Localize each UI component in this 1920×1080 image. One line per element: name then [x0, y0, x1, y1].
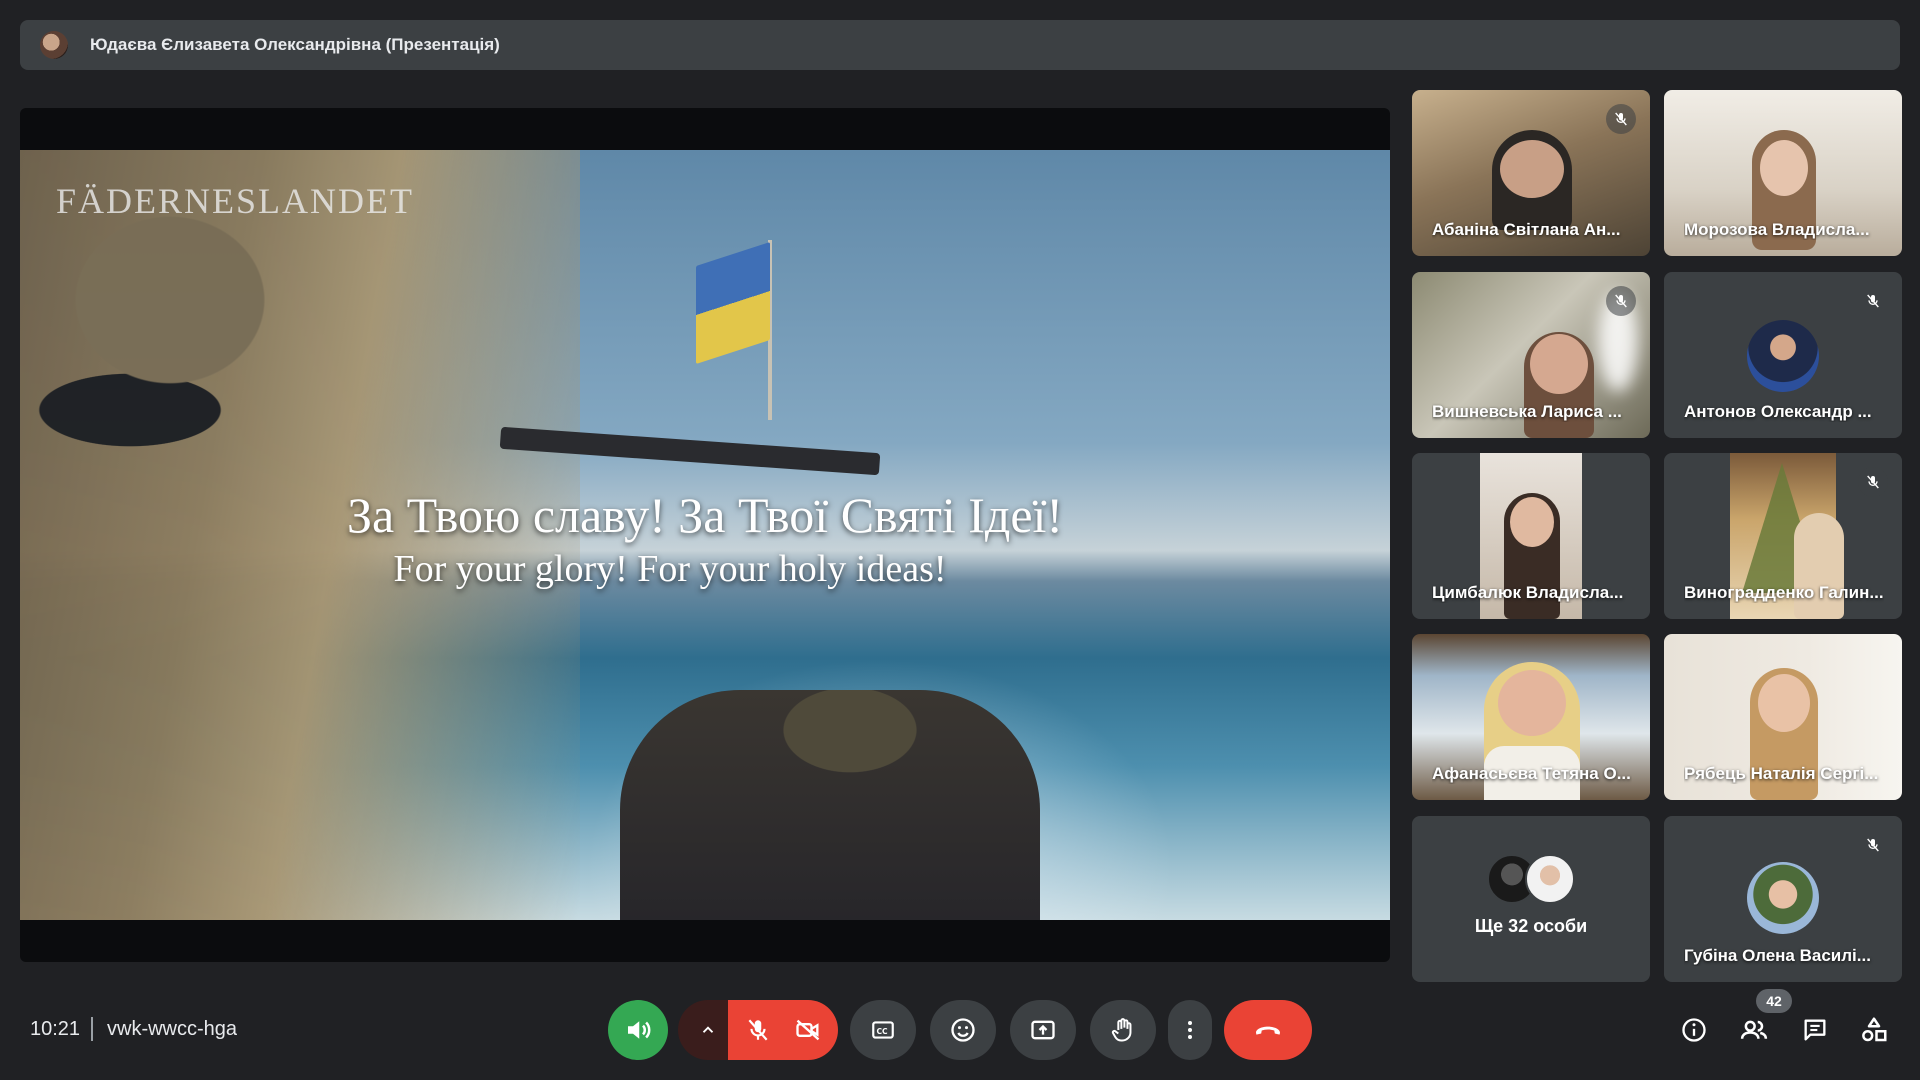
svg-text:CC: CC — [877, 1027, 889, 1036]
present-icon — [1031, 1020, 1055, 1040]
info-icon — [1682, 1018, 1706, 1042]
presenter-avatar — [40, 31, 68, 59]
participants-count-badge: 42 — [1756, 989, 1792, 1013]
camera-off-icon — [796, 1019, 820, 1041]
avatar — [1525, 854, 1575, 904]
participant-name: Морозова Владисла... — [1684, 220, 1870, 239]
chevron-up-icon — [702, 1026, 714, 1033]
avatar — [1747, 320, 1819, 392]
presentation-stage[interactable]: FÄDERNESLANDET За Твою славу! За Твої Св… — [20, 108, 1390, 962]
participant-name: Афанасьєва Тетяна О... — [1432, 764, 1631, 783]
participant-name: Абаніна Світлана Ан... — [1432, 220, 1621, 239]
camera-toggle-button[interactable] — [778, 1000, 838, 1060]
hangup-icon — [1256, 1026, 1280, 1035]
raise-hand-icon — [1111, 1018, 1132, 1042]
mic-off-icon — [1858, 467, 1888, 497]
participant-name: Рябець Наталія Сергі... — [1684, 764, 1879, 783]
meeting-info-button[interactable] — [1676, 1012, 1712, 1048]
chat-icon — [1804, 1019, 1826, 1041]
slide-watermark: FÄDERNESLANDET — [56, 181, 414, 221]
leave-call-button[interactable] — [1224, 1000, 1312, 1060]
presentation-slide: FÄDERNESLANDET За Твою славу! За Твої Св… — [20, 150, 1390, 920]
participant-name: Цимбалюк Владисла... — [1432, 583, 1624, 602]
chat-button[interactable] — [1797, 1012, 1833, 1048]
mic-off-icon — [1858, 286, 1888, 316]
people-button[interactable] — [1736, 1012, 1772, 1048]
slide-caption-en: For your glory! For your holy ideas! — [393, 548, 947, 590]
presenter-title: Юдаєва Єлизавета Олександрівна (Презента… — [90, 35, 500, 54]
audio-output-button[interactable] — [608, 1000, 668, 1060]
footer-divider — [91, 1017, 93, 1041]
participant-tile[interactable]: Морозова Владисла... — [1664, 90, 1902, 256]
more-options-button[interactable] — [1168, 1000, 1212, 1060]
present-button[interactable] — [1010, 1000, 1076, 1060]
activities-button[interactable] — [1856, 1012, 1892, 1048]
reactions-button[interactable] — [930, 1000, 996, 1060]
participant-tile[interactable]: Виноградденко Галин... — [1664, 453, 1902, 619]
avatar — [1747, 862, 1819, 934]
participant-tile[interactable]: Афанасьєва Тетяна О... — [1412, 634, 1650, 800]
captions-button[interactable]: CC — [850, 1000, 916, 1060]
participant-tile[interactable]: Антонов Олександр ... — [1664, 272, 1902, 438]
presenter-bar: Юдаєва Єлизавета Олександрівна (Презента… — [20, 20, 1900, 70]
mic-off-icon — [1606, 286, 1636, 316]
more-participants-avatars — [1487, 854, 1577, 904]
activities-icon — [1862, 1017, 1887, 1042]
participant-name: Губіна Олена Василі... — [1684, 946, 1871, 965]
participant-tile[interactable]: Вишневська Лариса ... — [1412, 272, 1650, 438]
mic-off-icon — [748, 1019, 768, 1041]
participant-tile[interactable]: Абаніна Світлана Ан... — [1412, 90, 1650, 256]
raise-hand-button[interactable] — [1090, 1000, 1156, 1060]
participant-name: Антонов Олександр ... — [1684, 402, 1872, 421]
slide-image-soldier-front — [620, 690, 1040, 920]
participant-tile[interactable]: Губіна Олена Василі... — [1664, 816, 1902, 982]
volume-icon — [628, 1021, 651, 1039]
participant-name: Вишневська Лариса ... — [1432, 402, 1622, 421]
participant-tile[interactable]: Рябець Наталія Сергі... — [1664, 634, 1902, 800]
more-participants-tile[interactable]: Ще 32 особи — [1412, 816, 1650, 982]
captions-icon: CC — [872, 1021, 894, 1039]
more-participants-label: Ще 32 особи — [1474, 916, 1588, 936]
people-icon — [1740, 1020, 1768, 1039]
participant-tile[interactable]: Цимбалюк Владисла... — [1412, 453, 1650, 619]
clock: 10:21 — [30, 1018, 81, 1040]
meeting-code: vwk-wwcc-hga — [107, 1018, 238, 1040]
more-vert-icon — [1188, 1021, 1192, 1039]
slide-caption-ua: За Твою славу! За Твої Святі Ідеї! — [346, 487, 1064, 543]
mic-off-icon — [1858, 830, 1888, 860]
mic-off-icon — [1606, 104, 1636, 134]
slide-image-flag — [696, 241, 770, 365]
emoji-icon — [951, 1018, 975, 1042]
participant-name: Виноградденко Галин... — [1684, 583, 1884, 602]
